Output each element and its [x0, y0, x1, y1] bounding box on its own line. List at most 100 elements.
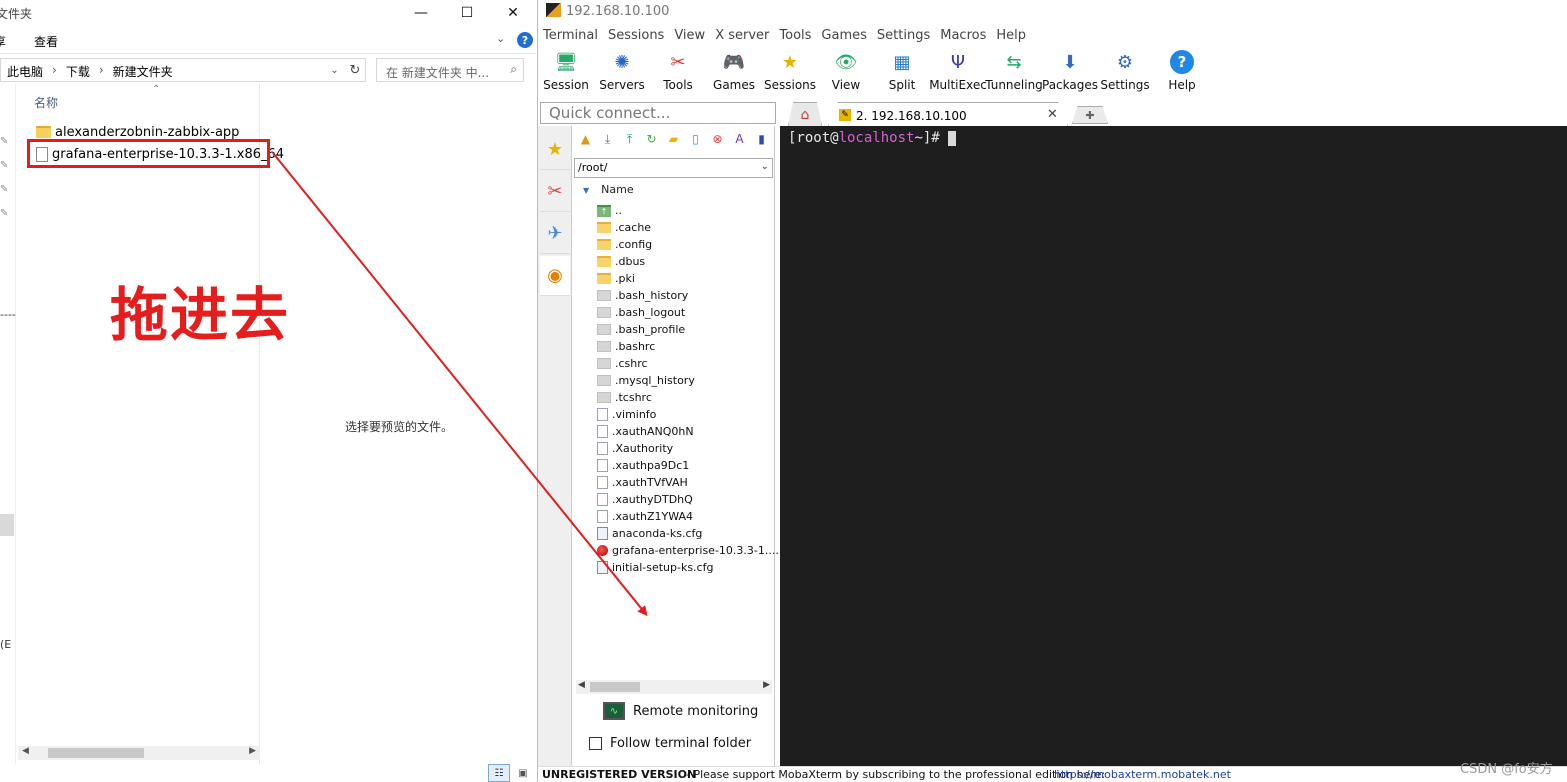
menu-terminal[interactable]: Terminal: [538, 24, 603, 46]
rename-icon[interactable]: A: [731, 130, 748, 148]
pin-icon[interactable]: ✎: [0, 208, 12, 220]
download-icon[interactable]: ⤓: [599, 130, 616, 148]
scrollbar-thumb[interactable]: [48, 748, 144, 758]
tunneling-button[interactable]: ⇆ Tunneling: [985, 50, 1043, 98]
maximize-button[interactable]: ☐: [444, 0, 490, 26]
close-button[interactable]: ✕: [490, 0, 536, 26]
sftp-list-item[interactable]: .config: [597, 236, 652, 253]
session-button[interactable]: 🖥 Session: [543, 50, 589, 98]
new-file-icon[interactable]: ▯: [687, 130, 704, 148]
nav-drive-label[interactable]: (E: [0, 638, 11, 651]
sftp-list-item[interactable]: initial-setup-ks.cfg: [597, 559, 713, 576]
quick-connect-input[interactable]: Quick connect...: [540, 102, 776, 124]
sftp-list-item[interactable]: .bash_profile: [597, 321, 685, 338]
minimize-button[interactable]: —: [398, 0, 444, 26]
nav-selected-item[interactable]: [0, 514, 14, 536]
horizontal-scrollbar[interactable]: ◀ ▶: [18, 746, 260, 760]
address-bar[interactable]: 此电脑 › 下载 › 新建文件夹 ⌄: [0, 58, 366, 82]
sftp-list-item[interactable]: .xauthANQ0hN: [597, 423, 694, 440]
checkbox[interactable]: [589, 737, 602, 750]
terminal-area[interactable]: [root@ localhost ~]#: [780, 126, 1567, 766]
new-folder-icon[interactable]: ▰: [665, 130, 682, 148]
help-button[interactable]: ? Help: [1168, 50, 1196, 98]
menu-x-server[interactable]: X server: [710, 24, 774, 46]
sftp-list-item[interactable]: .tcshrc: [597, 389, 652, 406]
delete-icon[interactable]: ⊗: [709, 130, 726, 148]
sftp-list-item[interactable]: .bash_logout: [597, 304, 685, 321]
sftp-list-item[interactable]: .dbus: [597, 253, 645, 270]
ribbon-tab-view[interactable]: 查看: [34, 33, 58, 50]
menu-help[interactable]: Help: [991, 24, 1031, 46]
scroll-right-icon[interactable]: ▶: [249, 746, 256, 756]
tab-ssh-session[interactable]: ✎ 2. 192.168.10.100 ✕: [828, 102, 1068, 126]
scroll-left-icon[interactable]: ◀: [22, 746, 29, 756]
side-tab-sftp[interactable]: ◉: [540, 256, 570, 296]
close-tab-icon[interactable]: ✕: [1047, 107, 1058, 122]
scrollbar-thumb[interactable]: [590, 682, 640, 692]
sftp-list-item[interactable]: .pki: [597, 270, 635, 287]
mobatek-link[interactable]: https://mobaxterm.mobatek.net: [1054, 768, 1231, 781]
home-tab[interactable]: ⌂: [788, 102, 822, 126]
sftp-list-item[interactable]: anaconda-ks.cfg: [597, 525, 702, 542]
help-icon[interactable]: ?: [517, 32, 533, 48]
sftp-path-field[interactable]: /root/ ⌄: [574, 158, 773, 178]
sftp-list-item[interactable]: grafana-enterprise-10.3.3-1....: [597, 542, 779, 559]
chevron-down-icon[interactable]: ⌄: [496, 32, 505, 45]
split-button[interactable]: ▦ Split: [889, 50, 916, 98]
sftp-list-item[interactable]: ↑..: [597, 202, 622, 219]
sftp-list-item[interactable]: .xauthpa9Dc1: [597, 457, 689, 474]
pin-icon[interactable]: ✎: [0, 184, 12, 196]
search-input[interactable]: 在 新建文件夹 中... ⌕: [376, 58, 524, 82]
sftp-horizontal-scrollbar[interactable]: ◀ ▶: [576, 680, 772, 694]
ribbon-tab-share[interactable]: 享: [0, 33, 6, 50]
pin-icon[interactable]: ✎: [0, 136, 12, 148]
scroll-left-icon[interactable]: ◀: [578, 680, 585, 690]
sftp-list-item[interactable]: .mysql_history: [597, 372, 695, 389]
new-tab-button[interactable]: ✚: [1072, 106, 1108, 124]
details-view-icon[interactable]: ☷: [488, 764, 510, 782]
games-button[interactable]: 🎮 Games: [713, 50, 755, 98]
follow-terminal-folder-checkbox[interactable]: Follow terminal folder: [589, 736, 751, 751]
sftp-list-item[interactable]: .bash_history: [597, 287, 688, 304]
remote-monitoring-button[interactable]: ∿ Remote monitoring: [603, 702, 758, 720]
side-tab-macros[interactable]: ✈: [540, 214, 570, 254]
address-dropdown-icon[interactable]: ⌄: [325, 59, 343, 81]
breadcrumb-new-folder[interactable]: 新建文件夹: [113, 63, 173, 80]
packages-button[interactable]: ⬇ Packages: [1042, 50, 1098, 98]
pin-icon[interactable]: ✎: [0, 160, 12, 172]
sessions-button[interactable]: ★ Sessions: [764, 50, 816, 98]
scroll-right-icon[interactable]: ▶: [763, 680, 770, 690]
menu-view[interactable]: View: [669, 24, 710, 46]
menu-macros[interactable]: Macros: [935, 24, 991, 46]
parent-folder-icon[interactable]: ▲: [577, 130, 594, 148]
side-tab-tools[interactable]: ✂: [540, 172, 570, 212]
sftp-list-item[interactable]: .cache: [597, 219, 651, 236]
menu-games[interactable]: Games: [816, 24, 871, 46]
sftp-column-header[interactable]: ▼ Name: [583, 183, 634, 196]
multiexec-button[interactable]: Ψ MultiExec: [929, 50, 987, 98]
sftp-list-item[interactable]: .bashrc: [597, 338, 655, 355]
menu-settings[interactable]: Settings: [872, 24, 935, 46]
refresh-icon[interactable]: ↻: [345, 58, 365, 82]
upload-icon[interactable]: ⤒: [621, 130, 638, 148]
sftp-list-item[interactable]: .viminfo: [597, 406, 656, 423]
sftp-list-item[interactable]: .cshrc: [597, 355, 648, 372]
chevron-down-icon[interactable]: ⌄: [761, 161, 769, 172]
sftp-list-item[interactable]: .xauthTVfVAH: [597, 474, 688, 491]
sftp-list-item[interactable]: .xauthZ1YWA4: [597, 508, 693, 525]
refresh-icon[interactable]: ↻: [643, 130, 660, 148]
tools-button[interactable]: ✂ Tools: [663, 50, 693, 98]
menu-sessions[interactable]: Sessions: [603, 24, 669, 46]
breadcrumb-downloads[interactable]: 下载: [66, 63, 90, 80]
column-header-name[interactable]: 名称: [34, 94, 58, 111]
menu-tools[interactable]: Tools: [774, 24, 816, 46]
permissions-icon[interactable]: ▮: [753, 130, 770, 148]
large-icons-view-icon[interactable]: ▣: [513, 764, 533, 782]
servers-button[interactable]: ✺ Servers: [599, 50, 645, 98]
sftp-list-item[interactable]: .Xauthority: [597, 440, 673, 457]
sftp-list-item[interactable]: .xauthyDTDhQ: [597, 491, 693, 508]
side-tab-sessions[interactable]: ★: [540, 130, 570, 170]
breadcrumb-this-pc[interactable]: 此电脑: [7, 63, 43, 80]
settings-button[interactable]: ⚙ Settings: [1100, 50, 1149, 98]
view-button[interactable]: 👁 View: [831, 50, 861, 98]
